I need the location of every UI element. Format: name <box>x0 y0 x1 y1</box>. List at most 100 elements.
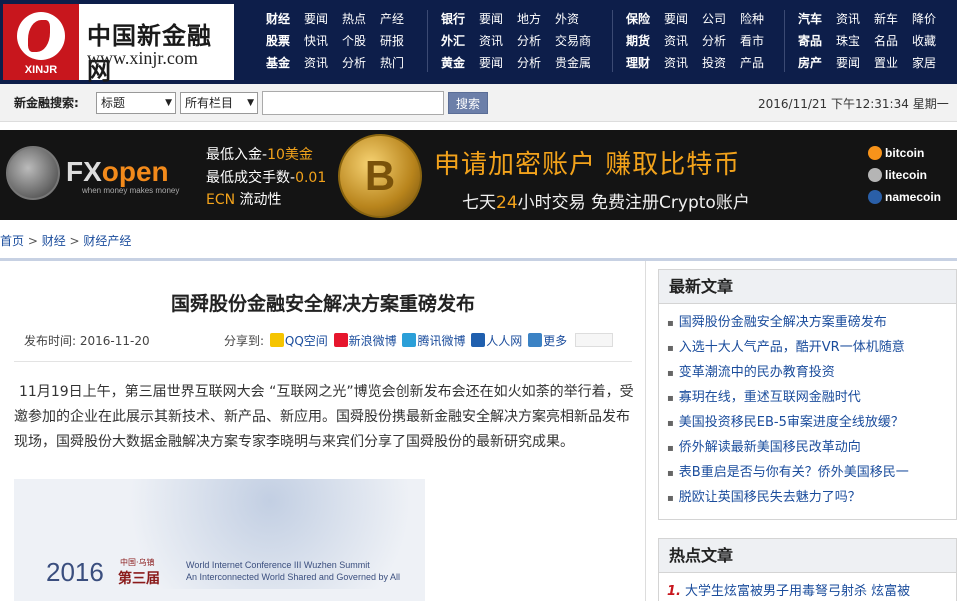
latest-article-link[interactable]: 寡玥在线，重述互联网金融时代 <box>679 390 861 405</box>
nav-link[interactable]: 地方 <box>517 8 541 30</box>
search-button[interactable]: 搜索 <box>448 92 488 114</box>
latest-article-link[interactable]: 侨外解读最新美国移民改革动向 <box>679 440 861 455</box>
nav-link[interactable]: 要闻 <box>664 8 688 30</box>
nav-category-link[interactable]: 期货 <box>626 30 650 52</box>
nav-link[interactable]: 收藏 <box>912 30 936 52</box>
nav-link[interactable]: 资讯 <box>664 30 688 52</box>
nav-link[interactable]: 分析 <box>517 52 541 74</box>
nav-link[interactable]: 产品 <box>740 52 764 74</box>
share-tencent-weibo[interactable]: 腾讯微博 <box>402 332 465 349</box>
image-year: 2016 <box>46 557 104 587</box>
currency-namecoin-label: namecoin <box>885 190 942 204</box>
latest-article-link[interactable]: 入选十大人气产品，酷开VR一体机随意 <box>679 340 905 355</box>
ad-subline: 七天24小时交易 免费注册Crypto账户 <box>462 188 750 213</box>
nav-link[interactable]: 快讯 <box>304 30 328 52</box>
nav-link[interactable]: 资讯 <box>479 30 503 52</box>
share-qzone[interactable]: QQ空间 <box>269 332 328 349</box>
nav-category-link[interactable]: 寄品 <box>798 30 822 52</box>
bitcoin-coin-symbol: B <box>364 152 396 199</box>
latest-article-link[interactable]: 美国投资移民EB-5审案进度全线放缓？ <box>679 415 904 430</box>
nav-link[interactable]: 外资 <box>555 8 579 30</box>
breadcrumb-finance[interactable]: 财经 <box>42 234 66 248</box>
hot-article-link[interactable]: 大学生炫富被男子用毒弩弓射杀 炫富被 <box>685 584 910 599</box>
nav-link[interactable]: 公司 <box>702 8 726 30</box>
latest-article-item[interactable]: ▪ 国舜股份金融安全解决方案重磅发布 <box>667 310 956 335</box>
nav-link[interactable]: 降价 <box>912 8 936 30</box>
nav-category-link[interactable]: 房产 <box>798 52 822 74</box>
latest-article-link[interactable]: 国舜股份金融安全解决方案重磅发布 <box>679 315 887 330</box>
nav-link[interactable]: 新车 <box>874 8 898 30</box>
nav-link[interactable]: 名品 <box>874 30 898 52</box>
latest-article-item[interactable]: ▪ 脱欧让英国移民失去魅力了吗？ <box>667 485 956 510</box>
nav-link[interactable]: 研报 <box>380 30 404 52</box>
nav-group-finance: 财经 要闻 热点 产经 股票 快讯 个股 研报 基金 资讯 分析 热门 <box>266 8 418 74</box>
nav-link[interactable]: 投资 <box>702 52 726 74</box>
breadcrumb: 首页 > 财经 > 财经产经 <box>0 232 131 249</box>
nav-category-link[interactable]: 外汇 <box>441 30 465 52</box>
nav-link[interactable]: 资讯 <box>836 8 860 30</box>
nav-group-insurance: 保险 要闻 公司 险种期货 资讯 分析 看市理财 资讯 投资 产品 <box>626 8 778 74</box>
nav-link[interactable]: 个股 <box>342 30 366 52</box>
nav-link[interactable]: 看市 <box>740 30 764 52</box>
logo-badge: XINJR <box>24 64 58 76</box>
nav-link[interactable]: 家居 <box>912 52 936 74</box>
nav-link[interactable]: 产经 <box>380 8 404 30</box>
renren-icon <box>471 333 486 347</box>
bullet-icon: ▪ <box>667 468 674 479</box>
hot-articles-title: 热点文章 <box>659 539 956 573</box>
ad-line-ecn-text: 流动性 <box>235 192 282 208</box>
search-field-select[interactable]: 标题 ▼ <box>96 92 176 114</box>
share-weibo[interactable]: 新浪微博 <box>333 332 397 349</box>
nav-category-link[interactable]: 基金 <box>266 52 290 74</box>
nav-link[interactable]: 珠宝 <box>836 30 860 52</box>
latest-article-item[interactable]: ▪ 美国投资移民EB-5审案进度全线放缓？ <box>667 410 956 435</box>
nav-link[interactable]: 分析 <box>517 30 541 52</box>
nav-category-link[interactable]: 黄金 <box>441 52 465 74</box>
nav-category-link[interactable]: 理财 <box>626 52 650 74</box>
nav-link[interactable]: 要闻 <box>836 52 860 74</box>
nav-link[interactable]: 资讯 <box>304 52 328 74</box>
share-renren-label: 人人网 <box>486 334 523 348</box>
nav-link[interactable]: 要闻 <box>304 8 328 30</box>
nav-row: 财经 要闻 热点 产经 <box>266 8 418 30</box>
nav-link[interactable]: 险种 <box>740 8 764 30</box>
nav-row: 黄金 要闻 分析 贵金属 <box>441 52 605 74</box>
nav-link[interactable]: 资讯 <box>664 52 688 74</box>
nav-link[interactable]: 要闻 <box>479 8 503 30</box>
nav-link[interactable]: 分析 <box>702 30 726 52</box>
ad-banner[interactable]: FXopen when money makes money 最低入金-10美金 … <box>0 130 957 220</box>
share-renren[interactable]: 人人网 <box>471 332 522 349</box>
nav-link[interactable]: 要闻 <box>479 52 503 74</box>
share-more[interactable]: 更多 <box>528 332 567 349</box>
bitcoin-coin-icon: B <box>338 134 422 218</box>
nav-link[interactable]: 热门 <box>380 52 404 74</box>
latest-article-item[interactable]: ▪ 侨外解读最新美国移民改革动向 <box>667 435 956 460</box>
nav-link[interactable]: 交易商 <box>555 30 591 52</box>
search-category-select[interactable]: 所有栏目 ▼ <box>180 92 258 114</box>
breadcrumb-industry[interactable]: 财经产经 <box>83 234 131 248</box>
search-input[interactable] <box>262 91 444 115</box>
breadcrumb-home[interactable]: 首页 <box>0 234 24 248</box>
nav-link[interactable]: 热点 <box>342 8 366 30</box>
nav-category-link[interactable]: 银行 <box>441 8 465 30</box>
nav-link[interactable]: 贵金属 <box>555 52 591 74</box>
nav-category-link[interactable]: 汽车 <box>798 8 822 30</box>
latest-article-item[interactable]: ▪ 寡玥在线，重述互联网金融时代 <box>667 385 956 410</box>
latest-article-item[interactable]: ▪ 入选十大人气产品，酷开VR一体机随意 <box>667 335 956 360</box>
latest-article-link[interactable]: 表B重启是否与你有关？侨外美国移民一 <box>679 465 909 480</box>
latest-article-item[interactable]: ▪ 变革潮流中的民办教育投资 <box>667 360 956 385</box>
namecoin-icon <box>868 190 882 204</box>
share-label: 分享到: <box>224 334 265 348</box>
bullet-icon: ▪ <box>667 443 674 454</box>
nav-link[interactable]: 置业 <box>874 52 898 74</box>
nav-category-link[interactable]: 股票 <box>266 30 290 52</box>
latest-article-link[interactable]: 变革潮流中的民办教育投资 <box>679 365 835 380</box>
hot-article-item[interactable]: 1. 大学生炫富被男子用毒弩弓射杀 炫富被 <box>667 579 956 601</box>
latest-article-item[interactable]: ▪ 表B重启是否与你有关？侨外美国移民一 <box>667 460 956 485</box>
nav-category-link[interactable]: 财经 <box>266 8 290 30</box>
bullet-icon: ▪ <box>667 318 674 329</box>
site-logo[interactable]: XINJR 中国新金融网 www.xinjr.com <box>3 4 234 85</box>
nav-link[interactable]: 分析 <box>342 52 366 74</box>
nav-category-link[interactable]: 保险 <box>626 8 650 30</box>
latest-article-link[interactable]: 脱欧让英国移民失去魅力了吗？ <box>679 490 861 505</box>
